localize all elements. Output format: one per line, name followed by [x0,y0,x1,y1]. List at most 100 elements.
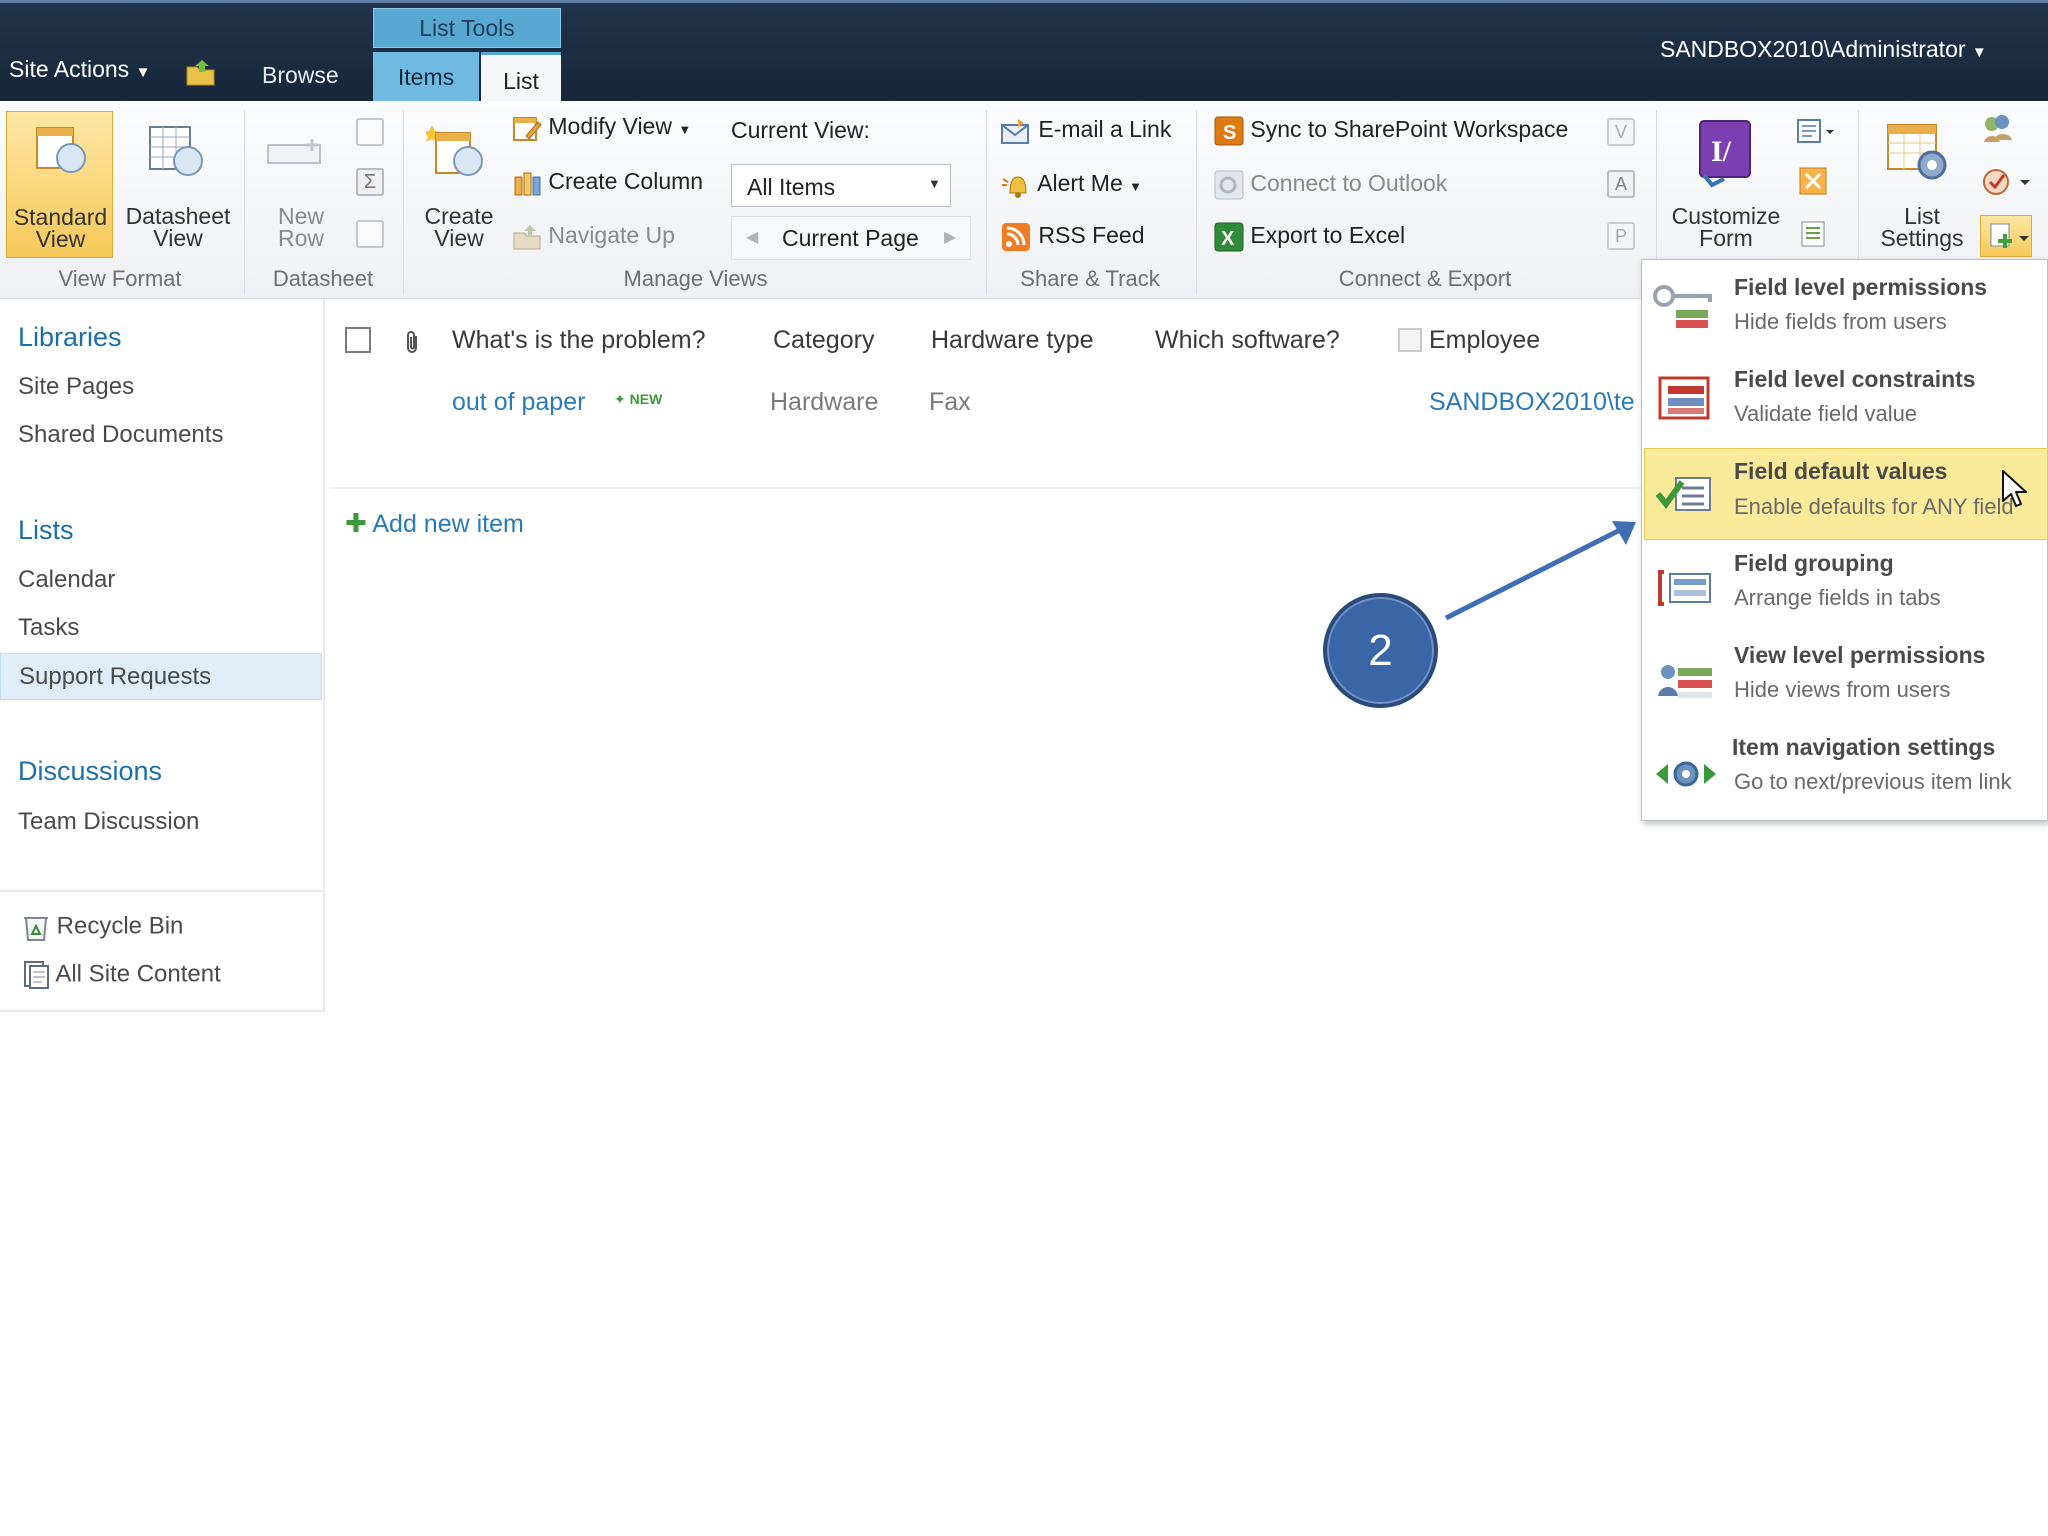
email-link-label: E-mail a Link [1038,116,1172,142]
recycle-bin-link[interactable]: Recycle Bin [22,912,183,942]
menu-item-field-grouping[interactable]: Field grouping Arrange fields in tabs [1644,542,2048,630]
workflow-settings-icon[interactable] [1980,164,2030,198]
label-line-2: View [434,225,484,251]
cell-employee-link[interactable]: SANDBOX2010\te [1429,388,1641,417]
navigate-up-button[interactable]: Navigate Up [512,222,675,251]
group-separator [244,110,245,295]
excel-icon: X [1214,222,1244,252]
export-excel-label: Export to Excel [1250,222,1406,249]
create-view-button[interactable]: Create View [412,111,506,258]
nav-item-shared-documents[interactable]: Shared Documents [18,421,223,449]
nav-heading-discussions[interactable]: Discussions [18,756,162,787]
label-line-1: Standard [13,204,108,230]
refresh-data-icon[interactable] [356,220,384,248]
new-badge-label: NEW [629,391,663,407]
nav-heading-libraries[interactable]: Libraries [18,322,122,353]
datasheet-view-label: Datasheet View [118,205,238,251]
alert-me-button[interactable]: Alert Me ▼ [1000,170,1142,199]
group-label-share-track: Share & Track [1020,266,1160,291]
site-actions-menu[interactable]: Site Actions ▼ [9,56,150,83]
create-view-icon [423,123,486,179]
menu-item-item-navigation-settings[interactable]: Item navigation settings Go to next/prev… [1644,726,2048,816]
sync-workspace-label: Sync to SharePoint Workspace [1250,116,1569,143]
nav-heading-lists[interactable]: Lists [18,515,74,546]
list-settings-label: List Settings [1868,205,1976,250]
outlook-icon [1214,170,1244,200]
rss-feed-button[interactable]: RSS Feed [1000,222,1145,251]
previous-page-icon[interactable]: ◀ [746,227,758,247]
menu-item-description: Enable defaults for ANY field [1734,494,2014,519]
group-label-datasheet: Datasheet [272,266,374,291]
column-header-which-software[interactable]: Which software? [1155,326,1340,355]
tab-browse[interactable]: Browse [262,62,339,89]
nav-item-support-requests[interactable]: Support Requests [0,653,322,700]
new-badge-icon: ✦ [614,391,626,407]
recycle-bin-icon [22,912,50,942]
tab-list[interactable]: List [481,52,561,102]
navigate-up-icon [512,223,542,251]
modify-view-button[interactable]: Modify View ▼ [512,113,691,142]
standard-view-icon [35,124,87,176]
menu-item-title: View level permissions [1734,642,1986,668]
standard-view-button[interactable]: Standard View [6,111,113,258]
tab-items[interactable]: Items [373,52,479,101]
access-icon[interactable]: A [1607,170,1635,198]
user-menu[interactable]: SANDBOX2010\Administrator ▼ [1660,36,1987,63]
list-permissions-icon[interactable] [1980,112,2016,146]
column-header-employee[interactable]: Employee [1429,326,1540,355]
menu-item-field-level-permissions[interactable]: Field level permissions Hide fields from… [1644,264,2048,352]
nav-divider [323,299,325,1012]
new-row-label: New Row [254,205,348,250]
visio-icon[interactable]: V [1607,118,1635,146]
nav-item-calendar[interactable]: Calendar [18,566,115,594]
nav-item-label: Support Requests [19,663,212,690]
project-icon[interactable]: P [1607,222,1635,250]
list-settings-button[interactable]: List Settings [1868,111,1976,258]
site-content-icon [22,960,50,990]
item-title-link[interactable]: out of paper [452,388,585,417]
datasheet-view-button[interactable]: Datasheet View [118,111,238,258]
employee-column-checkbox-icon [1398,328,1422,352]
current-view-select[interactable]: All Items ▼ [731,164,951,207]
show-taskpane-icon[interactable] [356,118,384,146]
menu-item-field-level-constraints[interactable]: Field level constraints Validate field v… [1644,356,2048,444]
add-new-item-link[interactable]: ✚ Add new item [345,508,524,539]
nav-item-team-discussion[interactable]: Team Discussion [18,808,199,836]
plus-icon: ✚ [345,508,367,538]
navigate-up-label: Navigate Up [548,222,675,248]
chevron-down-icon: ▼ [1129,179,1143,194]
sync-workspace-button[interactable]: S Sync to SharePoint Workspace [1214,116,1568,146]
navigate-up-folder-icon[interactable] [186,58,216,86]
totals-sigma-icon[interactable]: Σ [356,168,384,196]
new-row-button[interactable]: New Row [254,111,348,258]
form-web-parts-icon[interactable] [1796,116,1836,146]
nav-item-tasks[interactable]: Tasks [18,614,79,642]
paperclip-icon [404,330,422,356]
sharepoint-workspace-icon: S [1214,116,1244,146]
menu-item-view-level-permissions[interactable]: View level permissions Hide views from u… [1644,634,2048,722]
nav-item-site-pages[interactable]: Site Pages [18,373,134,401]
connect-outlook-label: Connect to Outlook [1250,170,1448,197]
rss-feed-label: RSS Feed [1038,222,1145,248]
menu-item-field-default-values[interactable]: Field default values Enable defaults for… [1644,448,2048,538]
sparqube-addon-button[interactable] [1980,215,2032,257]
create-column-button[interactable]: Create Column [512,168,703,197]
label-line-2: View [153,225,203,251]
all-site-content-link[interactable]: All Site Content [22,960,221,990]
email-link-button[interactable]: E-mail a Link [1000,116,1171,145]
connect-outlook-button[interactable]: Connect to Outlook [1214,170,1447,200]
export-excel-button[interactable]: X Export to Excel [1214,222,1405,252]
customize-form-button[interactable]: I/ Customize Form [1664,111,1788,258]
next-page-icon[interactable]: ▶ [944,227,956,247]
menu-item-title: Field level permissions [1734,274,1988,300]
current-page-pager[interactable]: ◀ Current Page ▶ [731,216,971,260]
column-header-problem[interactable]: What's is the problem? [452,326,706,355]
view-permissions-icon [1656,658,1716,702]
nav-section-divider [0,890,323,892]
column-header-hardware-type[interactable]: Hardware type [931,326,1094,355]
create-view-label: Create View [412,205,506,251]
select-all-checkbox[interactable] [345,327,371,353]
new-quick-step-icon[interactable] [1798,218,1828,248]
column-header-category[interactable]: Category [773,326,874,355]
edit-list-icon[interactable] [1798,166,1828,196]
